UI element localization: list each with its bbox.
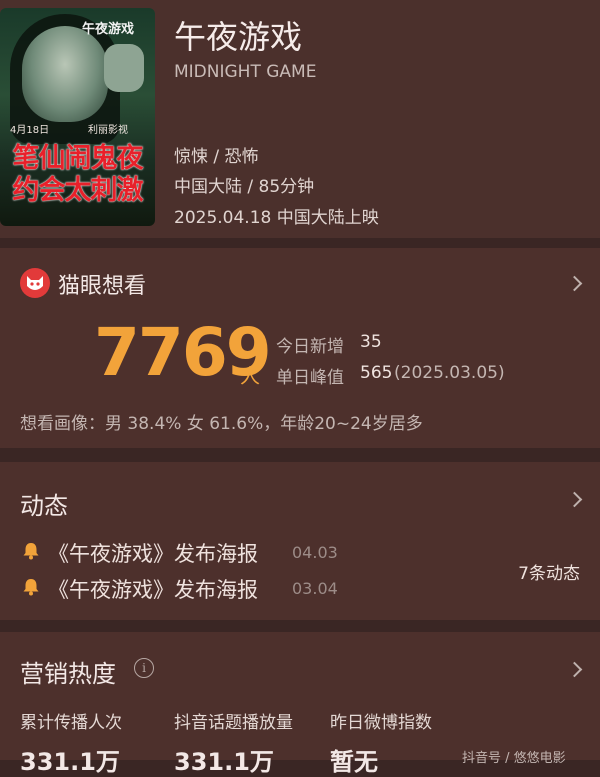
want-count-unit: 人: [240, 364, 260, 388]
audience-portrait: 想看画像：男 38.4% 女 61.6%，年龄20~24岁居多: [20, 414, 423, 434]
dynamics-card[interactable]: 动态 《午夜游戏》发布海报 04.03 《午夜游戏》发布海报 03.04 7条动…: [0, 462, 600, 620]
info-icon[interactable]: i: [134, 658, 154, 678]
chevron-right-icon[interactable]: [566, 491, 583, 508]
maoyan-want-title: 猫眼想看: [58, 274, 147, 299]
movie-english-title: MIDNIGHT GAME: [174, 62, 317, 82]
poster-face: [22, 26, 108, 122]
dynamics-count[interactable]: 7条动态: [518, 559, 580, 584]
poster-distributor: 利丽影视: [88, 125, 128, 136]
movie-header: 午夜游戏 4月18日 利丽影视 笔仙闹鬼夜 约会太刺激 午夜游戏 MIDNIGH…: [0, 0, 600, 238]
maoyan-want-card[interactable]: 猫眼想看 7769 人 今日新增 35 单日峰值 565 (2025.03.05…: [0, 248, 600, 448]
poster-brand: 午夜游戏: [82, 22, 135, 37]
movie-poster[interactable]: 午夜游戏 4月18日 利丽影视 笔仙闹鬼夜 约会太刺激: [0, 8, 155, 226]
watermark-text: 抖音号 / 悠悠电影: [462, 751, 566, 766]
daily-peak-date: (2025.03.05): [394, 363, 505, 383]
movie-release-date: 2025.04.18 中国大陆上映: [174, 208, 379, 228]
daily-peak-label: 单日峰值: [276, 368, 344, 388]
poster-hand: [104, 44, 144, 92]
daily-peak-value: 565: [360, 363, 393, 383]
marketing-heat-card[interactable]: 营销热度 i 累计传播人次 抖音话题播放量 昨日微博指数 331.1万 331.…: [0, 632, 600, 776]
poster-date: 4月18日: [10, 125, 50, 136]
douyin-plays-label: 抖音话题播放量: [174, 713, 293, 733]
dynamic-item-date: 03.04: [292, 579, 338, 598]
bell-icon: [23, 543, 39, 560]
dynamic-item[interactable]: 《午夜游戏》发布海报: [48, 538, 258, 568]
dynamic-item[interactable]: 《午夜游戏》发布海报: [48, 574, 258, 604]
cumulative-reach-label: 累计传播人次: [20, 713, 122, 733]
today-new-value: 35: [360, 332, 382, 352]
marketing-heat-title: 营销热度: [20, 660, 116, 688]
dynamic-item-date: 04.03: [292, 543, 338, 562]
movie-title: 午夜游戏: [174, 18, 303, 56]
maoyan-cat-icon: [20, 268, 50, 298]
bell-icon: [23, 579, 39, 596]
weibo-index-label: 昨日微博指数: [330, 713, 432, 733]
movie-region-duration: 中国大陆 / 85分钟: [174, 177, 315, 197]
chevron-right-icon[interactable]: [566, 275, 583, 292]
poster-tagline-2: 约会太刺激: [12, 175, 144, 206]
today-new-label: 今日新增: [276, 337, 344, 357]
chevron-right-icon[interactable]: [566, 661, 583, 678]
movie-genre: 惊悚 / 恐怖: [174, 147, 259, 167]
dynamics-title: 动态: [20, 492, 68, 520]
